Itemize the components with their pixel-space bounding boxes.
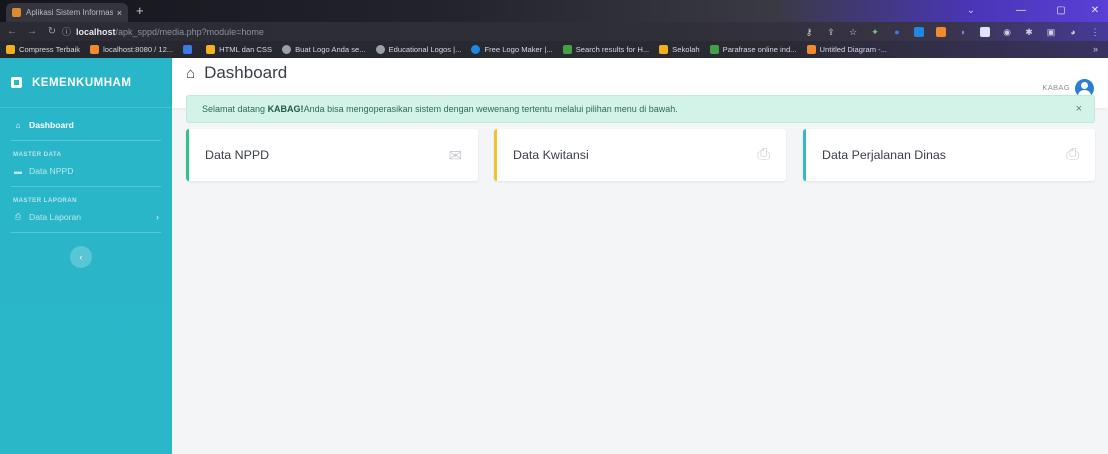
sidepanel-icon[interactable]: ▣	[1046, 27, 1056, 37]
print-icon: ⎙	[757, 146, 770, 163]
bookmark-icon	[471, 45, 481, 54]
url-host: localhost	[76, 26, 116, 37]
card-label: Data Kwitansi	[513, 148, 589, 162]
reload-icon[interactable]: ↻	[44, 26, 60, 37]
chevron-right-icon: ›	[156, 212, 159, 222]
folder-icon	[659, 45, 669, 54]
card-data-nppd[interactable]: Data NPPD ✉	[186, 129, 478, 181]
bookmark-star-icon[interactable]: ☆	[848, 27, 858, 37]
bookmark-icon	[183, 45, 193, 54]
minimize-window-icon[interactable]: —	[1008, 2, 1034, 18]
bookmark-icon	[375, 45, 385, 54]
alert-suffix: Anda bisa mengoperasikan sistem dengan w…	[303, 104, 678, 114]
extension-icon[interactable]: ●	[892, 27, 902, 37]
profile-icon[interactable]: ◕	[1068, 27, 1078, 37]
bookmark-item[interactable]: Sekolah	[659, 45, 700, 54]
sidebar-divider	[11, 232, 161, 233]
bookmark-item[interactable]: localhost:8080 / 12...	[90, 45, 173, 54]
card-data-perjalanan-dinas[interactable]: Data Perjalanan Dinas ⎙	[803, 129, 1095, 181]
sidebar-item-data-nppd[interactable]: ▬ Data NPPD	[0, 158, 172, 184]
site-info-icon[interactable]: ⓘ	[62, 25, 71, 38]
page-title: ⌂ Dashboard	[186, 63, 287, 83]
bookmark-item[interactable]: Free Logo Maker |...	[471, 45, 553, 54]
browser-toolbar: ← → ↻ ⓘ localhost /apk_sppd/media.php?mo…	[0, 22, 1108, 41]
bookmark-item[interactable]: HTML dan CSS	[206, 45, 272, 54]
folder-icon	[206, 45, 216, 54]
welcome-alert: Selamat datang KABAG! Anda bisa mengoper…	[186, 95, 1095, 123]
bookmark-icon	[562, 45, 572, 54]
sidebar-brand[interactable]: KEMENKUMHAM	[0, 58, 172, 108]
sidebar-item-label: Data NPPD	[29, 166, 74, 176]
share-icon[interactable]: ⇪	[826, 27, 836, 37]
sidebar-item-label: Data Laporan	[29, 212, 82, 222]
card-label: Data NPPD	[205, 148, 270, 162]
tab-close-icon[interactable]: ×	[117, 8, 122, 18]
browser-tab-active[interactable]: Aplikasi Sistem Informasi Surat P ×	[6, 3, 128, 22]
sidebar: KEMENKUMHAM ⌂ Dashboard MASTER DATA ▬ Da…	[0, 58, 172, 454]
address-bar[interactable]: ⓘ localhost /apk_sppd/media.php?module=h…	[62, 24, 402, 39]
print-icon: ⎙	[1066, 146, 1079, 163]
bookmark-icon	[806, 45, 816, 54]
extension-icons: ⚷ ⇪ ☆ ✦ ● ◗ ◉ ✱ ▣ ◕ ⋮	[804, 25, 1100, 39]
bookmark-item[interactable]	[183, 45, 196, 54]
bookmark-icon	[90, 45, 100, 54]
bookmark-item[interactable]: Compress Terbaik	[6, 45, 80, 54]
sidebar-heading-master-data: MASTER DATA	[13, 151, 62, 158]
user-name[interactable]: KABAG	[1042, 83, 1070, 92]
extension-icon[interactable]	[914, 27, 924, 37]
sidebar-item-label: Dashboard	[29, 120, 74, 130]
extension-icon[interactable]: ◗	[958, 27, 968, 37]
home-icon: ⌂	[186, 64, 196, 82]
alert-prefix: Selamat datang	[202, 104, 266, 114]
alert-close-button[interactable]: ×	[1076, 103, 1082, 115]
card-data-kwitansi[interactable]: Data Kwitansi ⎙	[494, 129, 786, 181]
bookmark-item[interactable]: Parafrase online ind...	[709, 45, 797, 54]
envelope-open-icon: ✉	[448, 148, 462, 165]
extension-icon[interactable]	[936, 27, 946, 37]
brand-logo-icon	[11, 77, 22, 88]
puzzle-icon[interactable]: ✱	[1024, 27, 1034, 37]
forward-icon[interactable]: →	[24, 26, 40, 37]
bookmark-item[interactable]: Educational Logos |...	[375, 45, 461, 54]
sidebar-heading-master-laporan: MASTER LAPORAN	[13, 197, 78, 204]
bookmark-item[interactable]: Buat Logo Anda se...	[282, 45, 366, 54]
folder-icon: ▬	[14, 166, 22, 176]
bookmarks-bar: Compress Terbaik localhost:8080 / 12... …	[0, 41, 1108, 58]
extension-icon[interactable]	[980, 27, 990, 37]
bookmark-item[interactable]: Search results for H...	[562, 45, 649, 54]
new-tab-button[interactable]: +	[136, 4, 144, 18]
bookmark-icon	[6, 45, 15, 54]
browser-tab-bar: Aplikasi Sistem Informasi Surat P × + ⌄ …	[0, 0, 1108, 22]
tab-title: Aplikasi Sistem Informasi Surat P	[26, 8, 113, 17]
url-path: /apk_sppd/media.php?module=home	[115, 26, 264, 37]
bookmark-item[interactable]: Untitled Diagram -...	[806, 45, 887, 54]
extension-icon[interactable]: ✦	[870, 27, 880, 37]
page-title-text: Dashboard	[204, 63, 288, 82]
menu-icon[interactable]: ⋮	[1090, 27, 1100, 37]
card-label: Data Perjalanan Dinas	[822, 148, 946, 162]
maximize-window-icon[interactable]: ▢	[1048, 2, 1074, 18]
sidebar-item-data-laporan[interactable]: ⎙ Data Laporan ›	[0, 204, 172, 230]
bookmarks-overflow-button[interactable]: »	[1093, 44, 1098, 54]
back-icon[interactable]: ←	[4, 26, 20, 37]
bookmark-icon	[282, 45, 292, 54]
tab-favicon-icon	[12, 8, 21, 17]
brand-text: KEMENKUMHAM	[32, 76, 132, 89]
key-icon[interactable]: ⚷	[804, 27, 814, 37]
sidebar-divider	[11, 140, 161, 141]
print-icon: ⎙	[14, 212, 22, 221]
bookmark-icon	[709, 45, 719, 54]
alert-user: KABAG!	[267, 104, 304, 114]
home-icon: ⌂	[15, 120, 21, 130]
sidebar-divider	[11, 186, 161, 187]
tab-search-icon[interactable]: ⌄	[958, 2, 984, 18]
camera-icon[interactable]: ◉	[1002, 27, 1012, 37]
close-window-icon[interactable]: ✕	[1082, 2, 1108, 18]
sidebar-item-dashboard[interactable]: ⌂ Dashboard	[0, 110, 172, 140]
sidebar-toggle-button[interactable]: ‹	[70, 246, 92, 268]
